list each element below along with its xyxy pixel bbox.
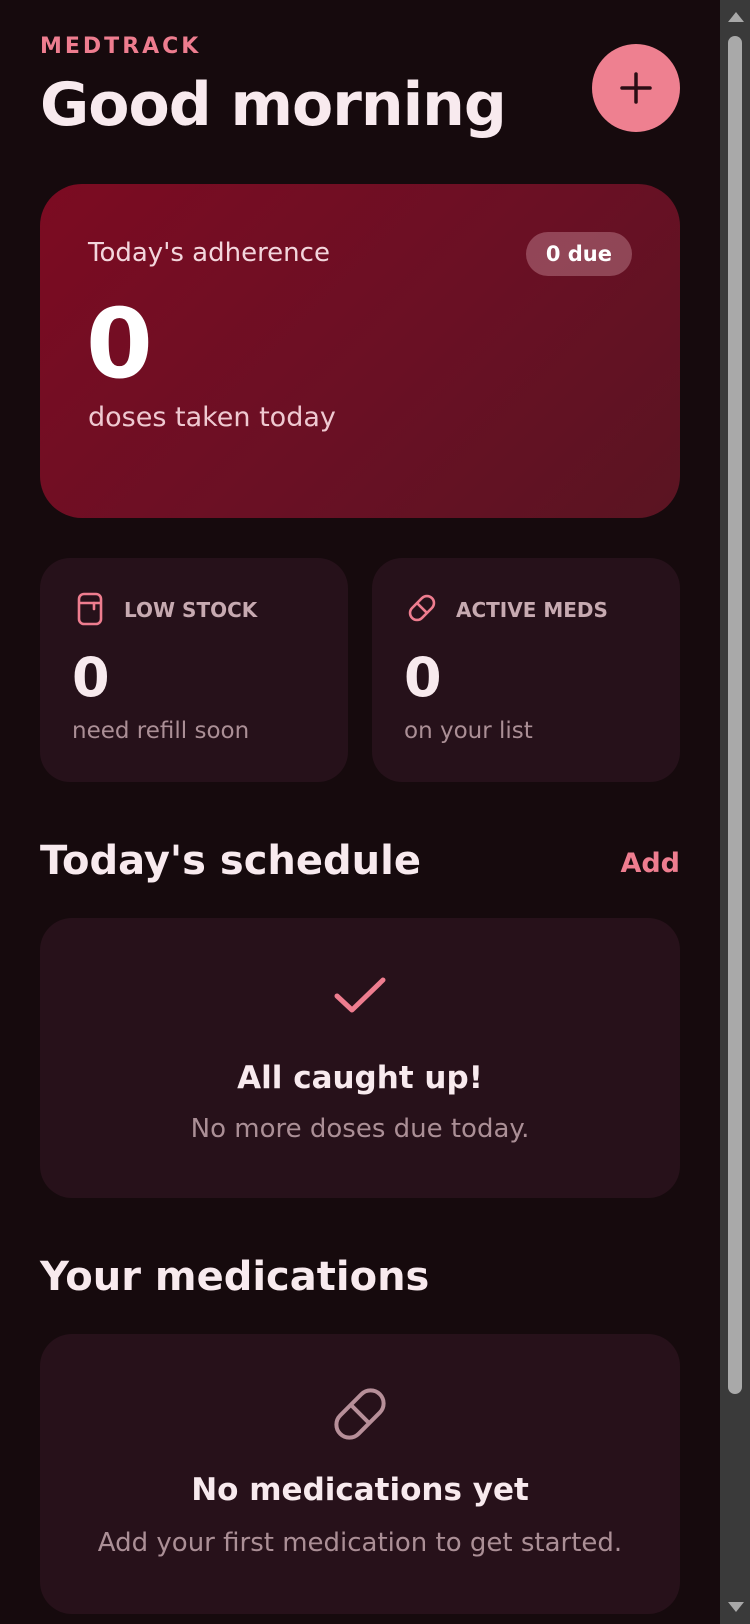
empty-subtitle: No more doses due today. [190, 1114, 530, 1144]
scroll-down-arrow-icon[interactable] [728, 1602, 744, 1612]
active-meds-card[interactable]: ACTIVE MEDS 0 on your list [372, 558, 680, 782]
medications-heading: Your medications [40, 1254, 430, 1300]
stat-label: LOW STOCK [124, 598, 258, 622]
stat-value: 0 [72, 646, 110, 709]
pill-icon [408, 594, 436, 622]
scroll-up-arrow-icon[interactable] [728, 12, 744, 22]
adherence-label: Today's adherence [88, 238, 330, 268]
low-stock-card[interactable]: LOW STOCK 0 need refill soon [40, 558, 348, 782]
adherence-card: Today's adherence 0 due 0 doses taken to… [40, 184, 680, 518]
add-medication-button[interactable] [592, 44, 680, 132]
page-title: Good morning [40, 70, 507, 140]
due-badge: 0 due [525, 232, 632, 276]
stat-value: 0 [404, 646, 442, 709]
stat-label: ACTIVE MEDS [456, 598, 608, 622]
add-schedule-link[interactable]: Add [620, 848, 680, 879]
check-icon [334, 977, 386, 1013]
app-brand: MEDTRACK [40, 34, 202, 59]
plus-icon [620, 72, 652, 104]
doses-taken-count: 0 [86, 288, 153, 400]
app-screen: MEDTRACK Good morning Today's adherence … [0, 0, 720, 1624]
stat-subtitle: on your list [404, 718, 533, 744]
empty-title: All caught up! [237, 1060, 483, 1096]
scrollbar-thumb[interactable] [728, 36, 742, 1394]
stat-subtitle: need refill soon [72, 718, 250, 744]
schedule-empty-state: All caught up! No more doses due today. [40, 918, 680, 1198]
empty-title: No medications yet [191, 1472, 529, 1508]
pill-bottle-icon [77, 592, 103, 626]
vertical-scrollbar[interactable] [720, 0, 750, 1624]
empty-subtitle: Add your first medication to get started… [97, 1528, 623, 1558]
pill-icon [334, 1388, 386, 1440]
adherence-subtitle: doses taken today [88, 402, 336, 433]
schedule-heading: Today's schedule [40, 838, 421, 884]
medications-empty-state: No medications yet Add your first medica… [40, 1334, 680, 1614]
